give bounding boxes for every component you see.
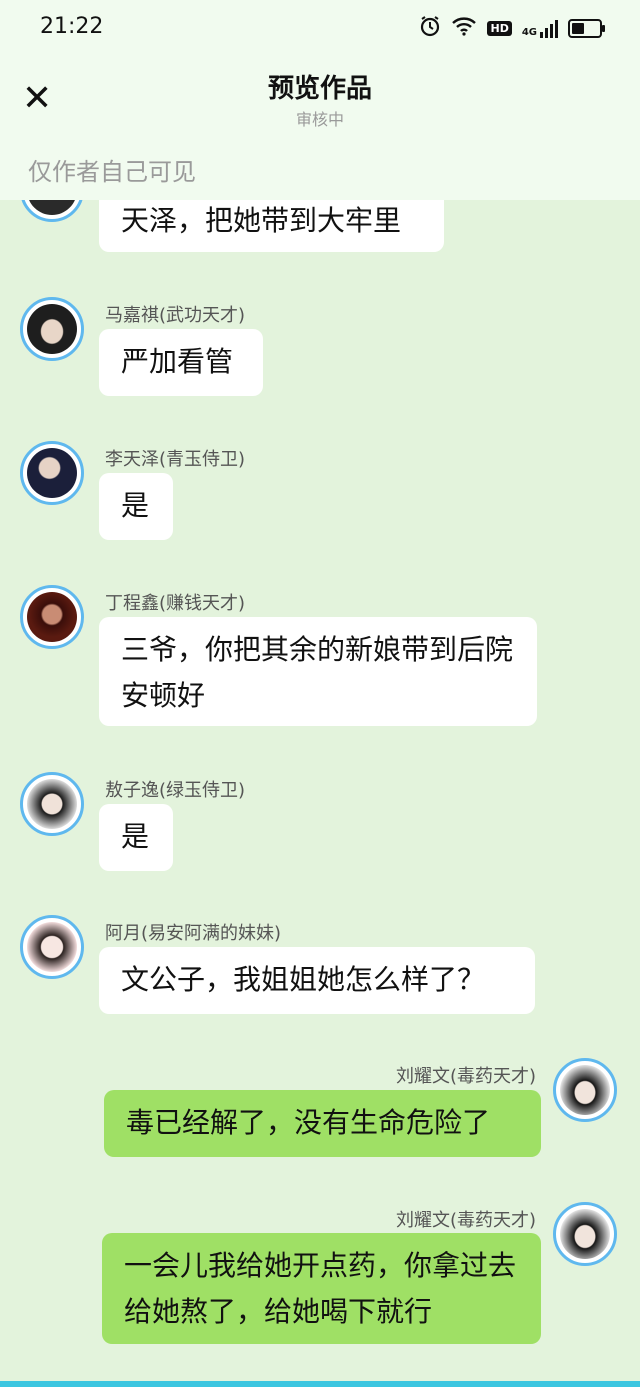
avatar[interactable]: [20, 585, 84, 649]
sender-name: 刘耀文(毒药天才): [395, 1066, 536, 1087]
sender-name: 敖子逸(绿玉侍卫): [105, 780, 246, 801]
avatar[interactable]: [20, 915, 84, 979]
wifi-icon: [451, 16, 477, 40]
avatar[interactable]: [20, 441, 84, 505]
sender-name: 刘耀文(毒药天才): [395, 1210, 536, 1231]
sender-name: 马嘉祺(武功天才): [105, 305, 246, 326]
message-bubble[interactable]: 毒已经解了，没有生命危险了: [104, 1090, 541, 1157]
bottom-edge-bar: [0, 1381, 640, 1387]
avatar[interactable]: [553, 1202, 617, 1266]
message-bubble[interactable]: 是: [99, 473, 173, 540]
review-status: 审核中: [295, 110, 344, 129]
message-bubble[interactable]: 是: [99, 804, 173, 871]
sender-name: 丁程鑫(赚钱天才): [105, 593, 246, 614]
battery-icon: [568, 18, 605, 38]
network-type: 4G: [521, 27, 537, 38]
message-text: 天泽，把她带到大牢里: [121, 204, 402, 237]
message-bubble[interactable]: 一会儿我给她开点药，你拿过去给她熬了，给她喝下就行: [102, 1233, 541, 1344]
visibility-note: 仅作者自己可见: [28, 158, 196, 186]
hd-badge: HD: [487, 20, 512, 36]
sender-name: 阿月(易安阿满的妹妹): [105, 923, 282, 944]
sender-name: 李天泽(青玉侍卫): [105, 449, 246, 470]
page-title: 预览作品: [267, 74, 372, 104]
avatar[interactable]: [553, 1058, 617, 1122]
message-text: 是: [121, 820, 150, 853]
message-text: 一会儿我给她开点药，你拿过去给她熬了，给她喝下就行: [124, 1249, 517, 1328]
chat-area[interactable]: 天泽，把她带到大牢里 马嘉祺(武功天才) 严加看管 李天泽(青玉侍卫) 是 丁程…: [0, 0, 640, 1387]
status-icons: HD 4G: [419, 14, 605, 42]
message-text: 三爷，你把其余的新娘带到后院安顿好: [121, 633, 514, 712]
message-bubble[interactable]: 文公子，我姐姐她怎么样了？: [99, 947, 535, 1014]
message-text: 是: [121, 489, 150, 522]
message-bubble[interactable]: 三爷，你把其余的新娘带到后院安顿好: [99, 617, 537, 726]
status-time: 21:22: [40, 14, 104, 39]
signal-icon: 4G: [522, 18, 558, 38]
message-text: 严加看管: [121, 345, 234, 378]
header: ✕ 预览作品 审核中 仅作者自己可见: [0, 56, 640, 200]
status-bar: 21:22 HD 4G: [0, 0, 640, 56]
message-text: 文公子，我姐姐她怎么样了？: [121, 963, 486, 996]
message-text: 毒已经解了，没有生命危险了: [126, 1106, 491, 1139]
avatar[interactable]: [20, 772, 84, 836]
avatar[interactable]: [20, 297, 84, 361]
alarm-icon: [419, 15, 441, 41]
message-bubble[interactable]: 严加看管: [99, 329, 263, 396]
